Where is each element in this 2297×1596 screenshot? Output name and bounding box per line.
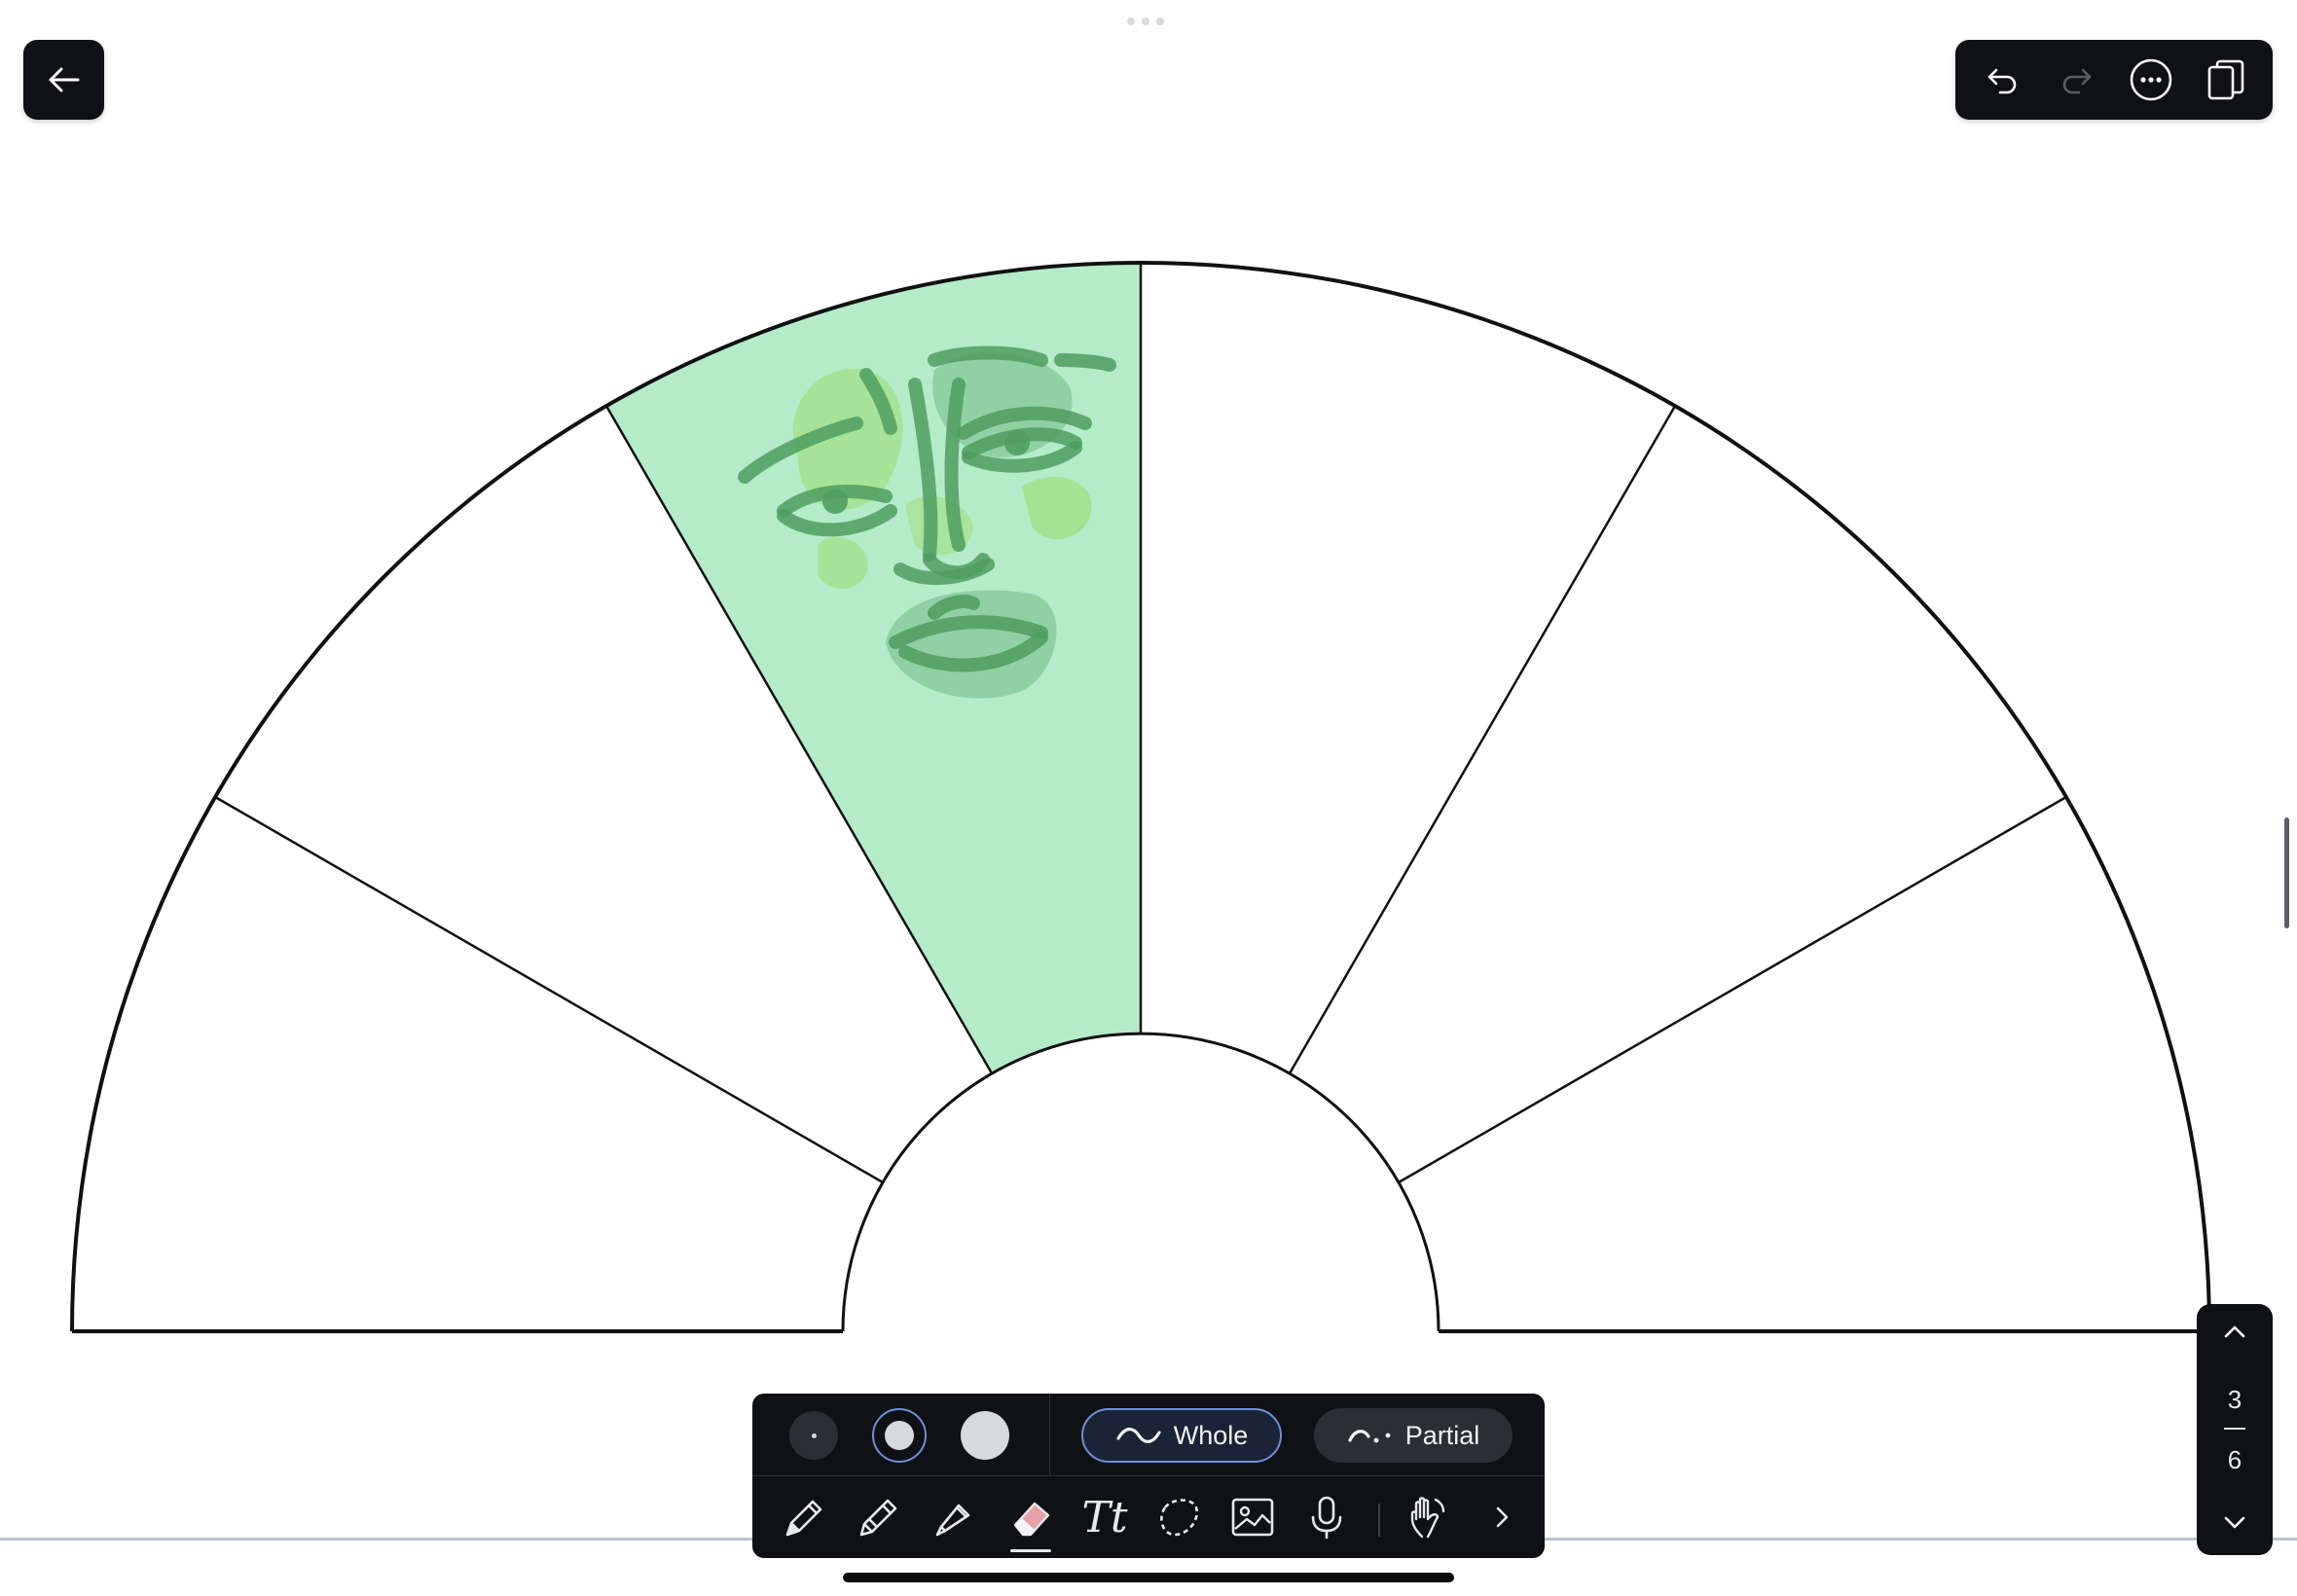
segment-divider <box>214 795 884 1184</box>
eraser-icon <box>1013 1502 1050 1537</box>
image-icon <box>1231 1498 1274 1537</box>
eraser-size-small-button[interactable] <box>789 1411 838 1460</box>
expand-toolbar-button[interactable] <box>1471 1486 1533 1548</box>
page-navigator: 3 6 <box>2197 1304 2273 1555</box>
hand-icon <box>1410 1497 1445 1539</box>
eraser-toolbar: Whole Partial Tt <box>752 1394 1545 1558</box>
arrow-left-icon <box>49 67 79 92</box>
home-indicator <box>843 1573 1454 1582</box>
chevron-down-icon <box>2224 1516 2245 1529</box>
top-actions-bar <box>1955 40 2273 120</box>
sketch-pupil <box>1004 430 1030 455</box>
total-pages-number: 6 <box>2227 1445 2242 1474</box>
dotted-wave-icon <box>1348 1430 1391 1443</box>
audio-tool-button[interactable] <box>1295 1486 1358 1548</box>
vertical-scrollbar[interactable] <box>2284 817 2289 928</box>
sketch-pupil <box>822 489 848 514</box>
eraser-tool-button[interactable] <box>1000 1486 1062 1548</box>
eraser-size-medium-button[interactable] <box>872 1408 927 1463</box>
pen-tool-button[interactable] <box>774 1486 836 1548</box>
pencil-icon <box>859 1499 897 1537</box>
segment-divider <box>1288 405 1677 1074</box>
pencil-tool-button[interactable] <box>848 1486 910 1548</box>
pages-icon <box>2207 59 2244 100</box>
image-tool-button[interactable] <box>1221 1486 1284 1548</box>
sketch-stroke <box>944 378 966 552</box>
eraser-size-large-button[interactable] <box>961 1411 1009 1460</box>
chevron-right-icon <box>1496 1506 1509 1528</box>
sketch-stroke <box>928 345 1048 367</box>
lasso-tool-button[interactable] <box>1148 1486 1210 1548</box>
segment-divider <box>1398 795 2067 1184</box>
inner-arc <box>841 1032 1440 1332</box>
current-page-number: 3 <box>2227 1385 2242 1414</box>
lasso-icon <box>1160 1499 1199 1537</box>
text-tool-button[interactable]: Tt <box>1074 1486 1136 1548</box>
tools-row: Tt <box>752 1476 1545 1558</box>
eraser-options-row: Whole Partial <box>752 1394 1545 1475</box>
wave-icon <box>1116 1428 1161 1443</box>
divider <box>1378 1504 1380 1537</box>
size-dot <box>885 1421 914 1450</box>
active-tool-indicator <box>1010 1549 1051 1552</box>
pen-icon <box>785 1500 822 1537</box>
previous-page-button[interactable] <box>2220 1318 2249 1352</box>
next-page-button[interactable] <box>2220 1507 2249 1542</box>
sketch-stroke <box>1054 353 1116 372</box>
semicircle-template <box>70 261 2211 1333</box>
touch-tool-button[interactable] <box>1397 1486 1459 1548</box>
page-counter: 3 6 <box>2224 1385 2245 1474</box>
pages-button[interactable] <box>2197 51 2255 109</box>
back-button[interactable] <box>23 40 104 120</box>
erase-whole-button[interactable]: Whole <box>1081 1408 1282 1463</box>
page-separator <box>2224 1428 2245 1430</box>
undo-button[interactable] <box>1973 51 2031 109</box>
erase-partial-button[interactable]: Partial <box>1314 1408 1513 1463</box>
undo-icon <box>1987 68 2017 94</box>
erase-partial-label: Partial <box>1404 1420 1480 1450</box>
redo-icon <box>2062 68 2092 94</box>
size-dot <box>811 1433 817 1438</box>
text-icon: Tt <box>1081 1492 1128 1542</box>
more-options-button[interactable] <box>2122 51 2180 109</box>
microphone-icon <box>1311 1496 1342 1540</box>
highlighter-icon <box>935 1504 970 1537</box>
more-icon <box>2130 58 2172 101</box>
drawing-canvas[interactable] <box>0 0 2297 1596</box>
erase-whole-label: Whole <box>1173 1420 1249 1450</box>
divider <box>1049 1394 1050 1475</box>
chevron-up-icon <box>2224 1325 2245 1338</box>
highlighter-tool-button[interactable] <box>922 1486 984 1548</box>
redo-button[interactable] <box>2048 51 2106 109</box>
